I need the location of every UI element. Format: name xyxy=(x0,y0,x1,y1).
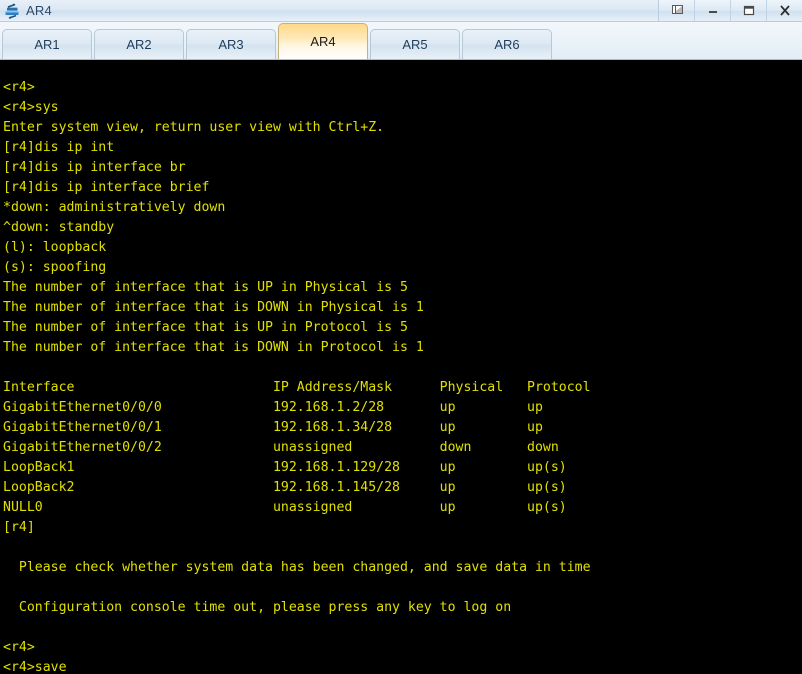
tab-ar5[interactable]: AR5 xyxy=(370,29,460,59)
tab-label: AR3 xyxy=(218,37,244,52)
ar4-console-window: AR4 AR1 AR2 AR3 AR4 AR5 AR6 <r4> <r4>sys… xyxy=(0,0,802,674)
title-bar: AR4 xyxy=(0,0,802,22)
tab-ar4[interactable]: AR4 xyxy=(278,23,368,59)
restore-button[interactable] xyxy=(658,0,694,21)
terminal-line: [r4]dis ip interface br xyxy=(3,160,186,175)
window-controls xyxy=(658,0,802,21)
terminal-output: <r4> <r4>sys Enter system view, return use… xyxy=(0,60,802,674)
terminal-line: The number of interface that is UP in Ph… xyxy=(3,280,408,295)
terminal-line: Enter system view, return user view with… xyxy=(3,120,385,135)
router-icon xyxy=(4,3,21,19)
tab-label: AR6 xyxy=(494,37,520,52)
tab-ar1[interactable]: AR1 xyxy=(2,29,92,59)
terminal-line: LoopBack1 192.168.1.129/28 up up(s) xyxy=(3,460,567,475)
terminal-line: <r4>save xyxy=(3,660,67,674)
terminal-console[interactable]: <r4> <r4>sys Enter system view, return use… xyxy=(0,60,802,674)
tab-label: AR2 xyxy=(126,37,152,52)
terminal-line: [r4]dis ip interface brief xyxy=(3,180,210,195)
terminal-line: NULL0 unassigned up up(s) xyxy=(3,500,567,515)
terminal-line: <r4>sys xyxy=(3,100,59,115)
terminal-line: Please check whether system data has bee… xyxy=(3,560,591,575)
window-title: AR4 xyxy=(26,2,52,18)
title-bar-left: AR4 xyxy=(0,3,52,19)
tab-label: AR1 xyxy=(34,37,60,52)
terminal-line: The number of interface that is UP in Pr… xyxy=(3,320,408,335)
terminal-line: GigabitEthernet0/0/0 192.168.1.2/28 up u… xyxy=(3,400,543,415)
device-tab-bar: AR1 AR2 AR3 AR4 AR5 AR6 xyxy=(0,22,802,60)
terminal-line: GigabitEthernet0/0/2 unassigned down dow… xyxy=(3,440,559,455)
terminal-line: The number of interface that is DOWN in … xyxy=(3,300,424,315)
tab-ar2[interactable]: AR2 xyxy=(94,29,184,59)
terminal-line: (s): spoofing xyxy=(3,260,107,275)
maximize-button[interactable] xyxy=(730,0,766,21)
terminal-line: The number of interface that is DOWN in … xyxy=(3,340,424,355)
terminal-line: <r4> xyxy=(3,80,35,95)
minimize-button[interactable] xyxy=(694,0,730,21)
tab-ar3[interactable]: AR3 xyxy=(186,29,276,59)
terminal-line: [r4] xyxy=(3,520,35,535)
tab-ar6[interactable]: AR6 xyxy=(462,29,552,59)
terminal-line: *down: administratively down xyxy=(3,200,226,215)
terminal-line: Interface IP Address/Mask Physical Proto… xyxy=(3,380,591,395)
terminal-line: GigabitEthernet0/0/1 192.168.1.34/28 up … xyxy=(3,420,543,435)
tab-label: AR4 xyxy=(310,34,336,49)
terminal-line: (l): loopback xyxy=(3,240,107,255)
close-button[interactable] xyxy=(766,0,802,21)
tab-label: AR5 xyxy=(402,37,428,52)
terminal-line: Configuration console time out, please p… xyxy=(3,600,512,615)
terminal-line: <r4> xyxy=(3,640,35,655)
terminal-line: ^down: standby xyxy=(3,220,115,235)
terminal-line: [r4]dis ip int xyxy=(3,140,115,155)
terminal-line: LoopBack2 192.168.1.145/28 up up(s) xyxy=(3,480,567,495)
